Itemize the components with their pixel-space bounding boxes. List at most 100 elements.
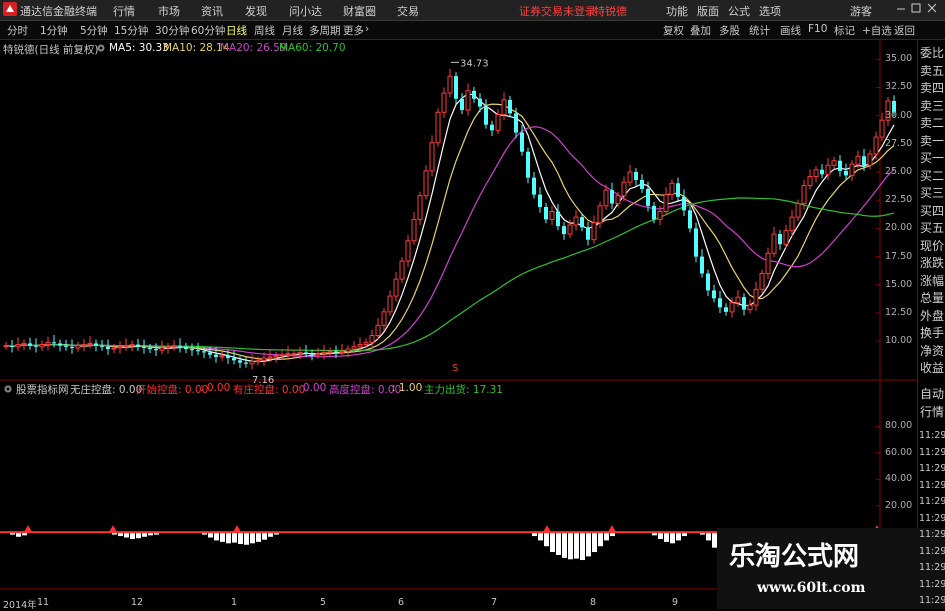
period-30min[interactable]: 30分钟 [155,23,189,38]
side-item[interactable]: 买四 [920,202,944,219]
btn-draw[interactable]: 画线 [780,23,801,38]
menu-wealth[interactable]: 财富圈 [343,3,376,19]
side-item[interactable]: 现价 [920,237,944,254]
candle-body [399,260,405,280]
side-item[interactable]: 卖三 [920,97,944,114]
candle-body [39,344,45,348]
chevron-right-icon[interactable]: › [365,23,369,35]
sell-bar [700,533,705,535]
btn-add-watch[interactable]: +自选 [862,23,892,38]
candle-body [52,342,56,344]
candle-body [238,360,242,363]
period-multi[interactable]: 多周期 [309,23,341,38]
side-item[interactable]: 买一 [920,149,944,166]
candle-body [795,203,801,218]
menu-function[interactable]: 功能 [666,3,688,19]
sell-bar [550,533,555,553]
price-chart[interactable]: 34.737.16S [0,40,917,609]
sell-bar [544,533,549,547]
candle-body [297,351,303,355]
close-icon[interactable] [926,1,938,18]
high-price-label: 34.73 [460,58,489,69]
sell-bar [148,533,153,536]
side-item[interactable]: 买五 [920,219,944,236]
candle-body [15,344,21,348]
menu-quotes[interactable]: 行情 [113,3,135,19]
period-15min[interactable]: 15分钟 [114,23,148,38]
side-item[interactable]: 涨跌 [920,254,944,271]
btn-f10[interactable]: F10 [808,23,827,35]
candle-body [441,92,447,113]
candle-body [718,298,722,308]
indicator-no-control: 无庄控盘: 0.00 [70,384,143,396]
sell-bar [610,533,615,537]
btn-overlay[interactable]: 叠加 [690,23,711,38]
side-lower-item[interactable]: 自动 [920,385,944,402]
menu-market[interactable]: 市场 [158,3,180,19]
menu-ask[interactable]: 问小达 [289,3,322,19]
candle-body [724,307,728,312]
candle-body [508,99,512,114]
side-item[interactable]: 换手 [920,324,944,341]
candle-body [862,156,866,166]
candle-body [753,288,759,306]
sell-bar [22,533,27,536]
menu-layout[interactable]: 版面 [697,3,719,19]
candle-body [801,185,807,205]
login-notice[interactable]: 证券交易未登录 [519,3,596,19]
candle-body [844,170,848,176]
candle-body [28,343,32,346]
btn-mark[interactable]: 标记 [834,23,855,38]
side-item[interactable]: 买二 [920,167,944,184]
sell-bar [214,533,219,541]
period-60min[interactable]: 60分钟 [191,23,225,38]
guest-label[interactable]: 游客 [850,3,872,19]
side-item[interactable]: 总量 [920,289,944,306]
btn-multi-stock[interactable]: 多股 [719,23,740,38]
minimize-icon[interactable] [895,1,907,18]
period-more[interactable]: 更多 [343,23,364,38]
side-item[interactable]: 委比 [920,44,944,61]
period-daily[interactable]: 日线 [226,23,247,38]
sell-bar [262,533,267,540]
period-weekly[interactable]: 周线 [254,23,275,38]
candle-body [484,106,488,125]
side-item[interactable]: 涨幅 [920,272,944,289]
maximize-icon[interactable] [910,1,922,18]
sell-signal-marker: S [452,363,458,374]
side-item[interactable]: 净资 [920,342,944,359]
candle-body [640,179,644,189]
y-tick-label: 20.00 [885,222,913,234]
app-name: 通达信金融终端 [20,5,97,18]
candle-body [190,349,194,351]
period-5min[interactable]: 5分钟 [80,23,108,38]
btn-stats[interactable]: 统计 [749,23,770,38]
menu-options[interactable]: 选项 [759,3,781,19]
candle-body [586,227,590,240]
menu-news[interactable]: 资讯 [201,3,223,19]
period-monthly[interactable]: 月线 [282,23,303,38]
period-1min[interactable]: 1分钟 [40,23,68,38]
sub-y-tick-label: 40.00 [885,473,913,485]
side-item[interactable]: 卖一 [920,132,944,149]
side-item[interactable]: 卖二 [920,114,944,131]
side-item[interactable]: 外盘 [920,307,944,324]
candle-body [375,324,381,337]
site-watermark: 乐淘公式网 www.60lt.com [717,528,945,609]
btn-back[interactable]: 返回 [894,23,915,38]
settings-gear-icon[interactable] [3,384,13,397]
side-item[interactable]: 买三 [920,184,944,201]
period-intraday[interactable]: 分时 [7,23,28,38]
side-lower-item[interactable]: 行情 [920,403,944,420]
btn-restore[interactable]: 复权 [663,23,684,38]
sell-bar [580,533,585,561]
side-item[interactable]: 卖五 [920,62,944,79]
side-item[interactable]: 卖四 [920,79,944,96]
candle-body [538,194,542,207]
trade-time: 11:29 [919,430,945,441]
menu-trade[interactable]: 交易 [397,3,419,19]
candle-body [867,153,873,166]
menu-formula[interactable]: 公式 [728,3,750,19]
menu-discover[interactable]: 发现 [245,3,267,19]
side-item[interactable]: 收益 [920,359,944,376]
